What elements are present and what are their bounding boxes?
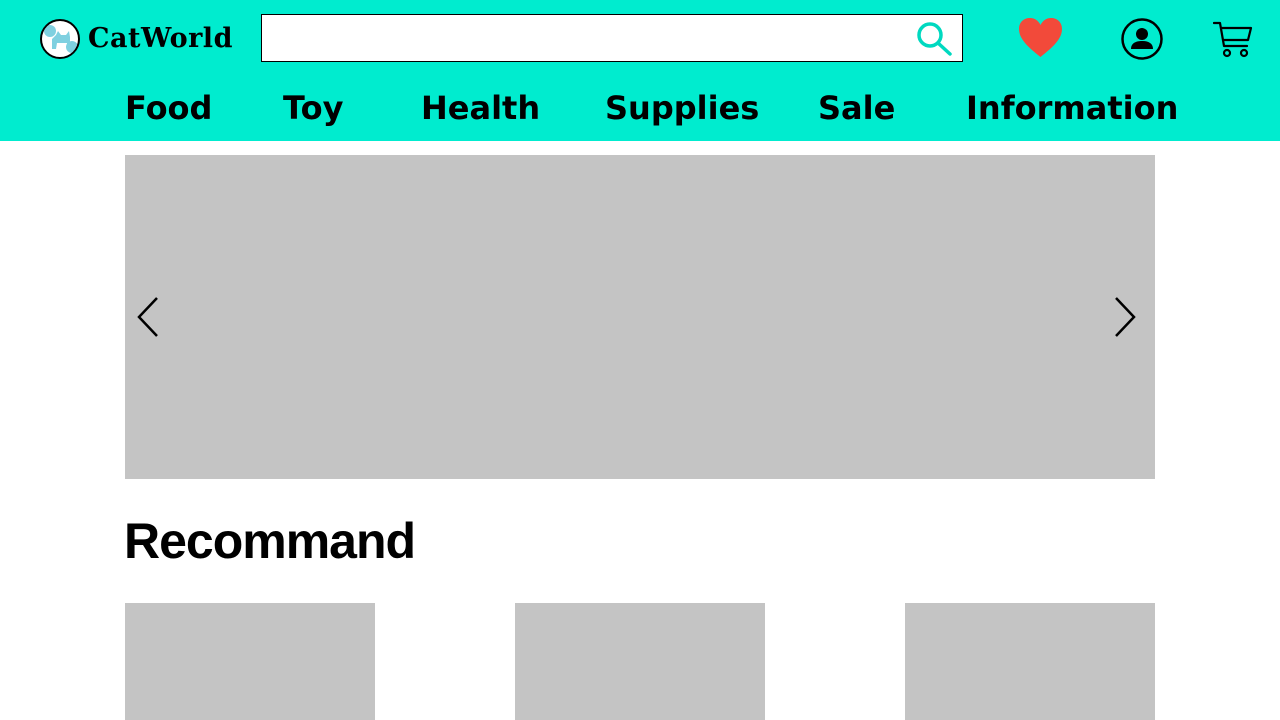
carousel-prev-button[interactable]: [135, 296, 161, 338]
cat-logo-icon: [40, 18, 80, 59]
search-bar: [261, 14, 963, 62]
cart-icon: [1212, 21, 1253, 58]
nav-item-food[interactable]: Food: [125, 86, 212, 130]
nav-item-toy[interactable]: Toy: [283, 86, 343, 130]
nav-item-information[interactable]: Information: [966, 86, 1178, 130]
hero-carousel: [125, 155, 1155, 479]
chevron-right-icon: [1115, 297, 1136, 337]
cart-button[interactable]: [1212, 19, 1253, 59]
nav-item-health[interactable]: Health: [421, 86, 540, 130]
site-header: CatWorld Food Toy Health Supplies Sale I…: [0, 0, 1280, 141]
recommend-title: Recommand: [124, 513, 416, 569]
nav-item-supplies[interactable]: Supplies: [605, 86, 759, 130]
nav-item-sale[interactable]: Sale: [818, 86, 895, 130]
favorites-button[interactable]: [1018, 17, 1063, 59]
brand-name: CatWorld: [88, 23, 233, 54]
account-button[interactable]: [1121, 18, 1163, 60]
search-icon: [917, 22, 952, 56]
user-circle-icon: [1121, 18, 1163, 60]
search-input[interactable]: [262, 15, 902, 61]
product-card[interactable]: [125, 603, 375, 720]
product-card[interactable]: [905, 603, 1155, 720]
chevron-left-icon: [137, 297, 158, 337]
search-button[interactable]: [916, 21, 952, 57]
product-card[interactable]: [515, 603, 765, 720]
logo[interactable]: CatWorld: [40, 18, 233, 59]
heart-icon: [1019, 18, 1062, 57]
carousel-next-button[interactable]: [1112, 296, 1138, 338]
